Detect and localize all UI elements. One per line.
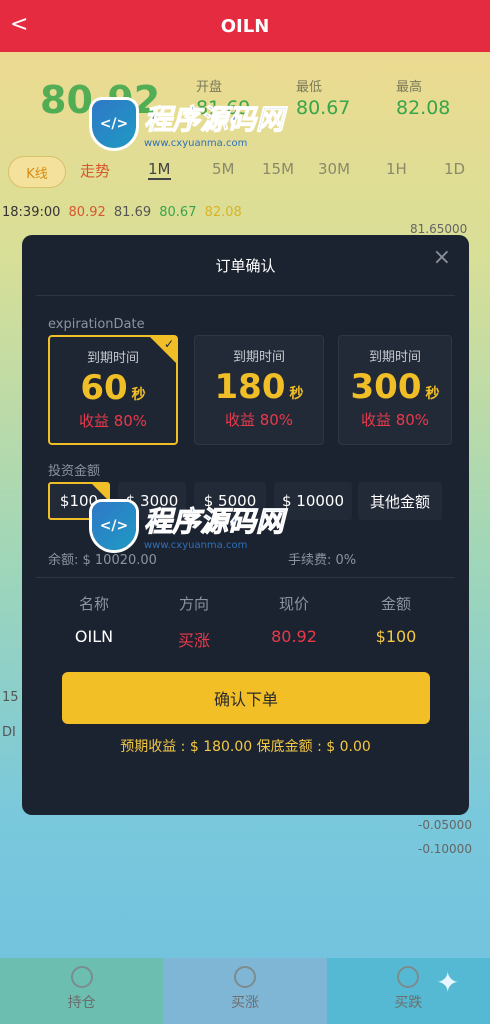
card-label: 到期时间 <box>232 350 285 365</box>
watermark: </> 程序源码网 www.cxyuanma.com <box>92 500 285 552</box>
amount-option-other[interactable]: 其他金额 <box>358 482 442 520</box>
page-title: OILN <box>220 15 270 37</box>
axis-label-v2: -0.10000 <box>418 842 472 856</box>
sparkle-icon: ✦ <box>436 966 460 999</box>
card-num: 180 <box>214 367 286 407</box>
divider <box>36 295 455 296</box>
selected-corner <box>92 484 108 500</box>
low-label: 最低 <box>296 80 323 95</box>
tab-positions[interactable]: 持仓 <box>0 958 164 1024</box>
watermark-text: 程序源码网 www.cxyuanma.com <box>143 98 285 150</box>
buy-up-icon <box>233 966 256 988</box>
modal-title: 订单确认 <box>215 257 276 275</box>
card-seconds: 180 秒 <box>195 367 323 407</box>
fee-text: 手续费: 0% <box>288 553 357 568</box>
card-num: 60 <box>80 368 128 408</box>
duration-card-60[interactable]: ✓ 到期时间 60 秒 收益 80% <box>48 335 178 445</box>
col-direction: 方向 <box>178 595 209 613</box>
card-seconds: 60 秒 <box>50 368 176 408</box>
confirm-order-button[interactable]: 确认下单 <box>62 672 430 724</box>
tab-kline[interactable]: K线 <box>8 156 66 188</box>
low-stat: 最低 80.67 <box>296 76 376 119</box>
check-icon: ✓ <box>163 337 174 351</box>
expected-profit-text: 预期收益 : $ 180.00 保底金额 : $ 0.00 <box>120 739 371 755</box>
cell-direction: 买涨 <box>177 631 210 650</box>
side-label-a: 15 <box>2 690 19 705</box>
watermark-url: www.cxyuanma.com <box>144 138 248 149</box>
col-name: 名称 <box>78 595 109 613</box>
tab-label: 买跌 <box>394 995 423 1011</box>
tab-15m[interactable]: 15M <box>262 160 294 178</box>
watermark-text: 程序源码网 www.cxyuanma.com <box>143 500 285 552</box>
card-return: 收益 80% <box>224 411 294 429</box>
positions-icon <box>70 966 93 988</box>
header-bar: < OILN <box>0 0 490 52</box>
card-unit: 秒 <box>131 387 146 403</box>
card-seconds: 300 秒 <box>339 367 451 407</box>
tab-trend[interactable]: 走势 <box>80 160 110 181</box>
period-bar: K线 走势 1M 5M 15M 30M 1H 1D <box>0 152 490 192</box>
high-stat: 最高 82.08 <box>396 76 476 119</box>
invest-amount-label: 投资金额 <box>48 464 101 479</box>
close-icon[interactable]: × <box>433 245 451 270</box>
tab-1h[interactable]: 1H <box>386 160 407 178</box>
tab-5m[interactable]: 5M <box>212 160 235 178</box>
duration-card-300[interactable]: 到期时间 300 秒 收益 80% <box>338 335 452 445</box>
ticker-low: 80.67 <box>159 205 197 220</box>
card-num: 300 <box>350 367 422 407</box>
high-label: 最高 <box>396 80 423 95</box>
tab-label: 持仓 <box>67 995 96 1011</box>
amount-label: 其他金额 <box>369 492 430 511</box>
col-price: 现价 <box>278 595 309 613</box>
col-amount: 金额 <box>380 595 411 613</box>
amount-option-10000[interactable]: $ 10000 <box>274 482 352 520</box>
open-label: 开盘 <box>196 80 223 95</box>
cell-amount: $100 <box>375 627 417 646</box>
card-return: 收益 80% <box>360 411 430 429</box>
ticker-time: 18:39:00 <box>2 205 61 220</box>
expiration-label: expirationDate <box>48 317 145 332</box>
tab-1d[interactable]: 1D <box>444 160 465 178</box>
cell-name: OILN <box>74 627 114 646</box>
axis-top-label: 81.65000 <box>410 222 468 236</box>
watermark-url: www.cxyuanma.com <box>144 540 248 551</box>
amount-label: $ 10000 <box>281 492 345 510</box>
shield-icon: </> <box>92 99 136 148</box>
back-icon[interactable]: < <box>10 12 28 37</box>
duration-card-180[interactable]: 到期时间 180 秒 收益 80% <box>194 335 324 445</box>
watermark-cn: 程序源码网 <box>143 103 285 137</box>
tab-label: 买涨 <box>230 995 259 1011</box>
card-unit: 秒 <box>425 386 440 402</box>
tab-buy-down[interactable]: 买跌 <box>326 958 490 1024</box>
divider <box>36 577 455 578</box>
card-unit: 秒 <box>289 386 304 402</box>
ticker-line: 18:39:00 80.92 81.69 80.67 82.08 <box>2 205 246 220</box>
ticker-close: 80.92 <box>68 205 106 220</box>
tab-30m[interactable]: 30M <box>318 160 350 178</box>
cell-price: 80.92 <box>271 627 317 646</box>
watermark-cn: 程序源码网 <box>143 505 285 539</box>
side-label-b: DI <box>2 725 16 740</box>
tab-1m[interactable]: 1M <box>148 160 171 180</box>
card-return: 收益 80% <box>78 412 148 430</box>
balance-row: 余额: $ 10020.00 手续费: 0% <box>48 549 448 568</box>
shield-icon: </> <box>92 501 136 550</box>
watermark: </> 程序源码网 www.cxyuanma.com <box>92 98 285 150</box>
balance-text: 余额: $ 10020.00 <box>48 553 157 568</box>
bottom-tab-bar: 持仓 买涨 买跌 <box>0 958 490 1024</box>
ticker-high: 82.08 <box>204 205 242 220</box>
buy-down-icon <box>397 966 420 988</box>
card-label: 到期时间 <box>368 350 421 365</box>
tab-buy-up[interactable]: 买涨 <box>163 958 327 1024</box>
ticker-open: 81.69 <box>113 205 152 220</box>
axis-label-v1: -0.05000 <box>418 818 472 832</box>
high-value: 82.08 <box>396 97 451 119</box>
low-value: 80.67 <box>296 97 351 119</box>
